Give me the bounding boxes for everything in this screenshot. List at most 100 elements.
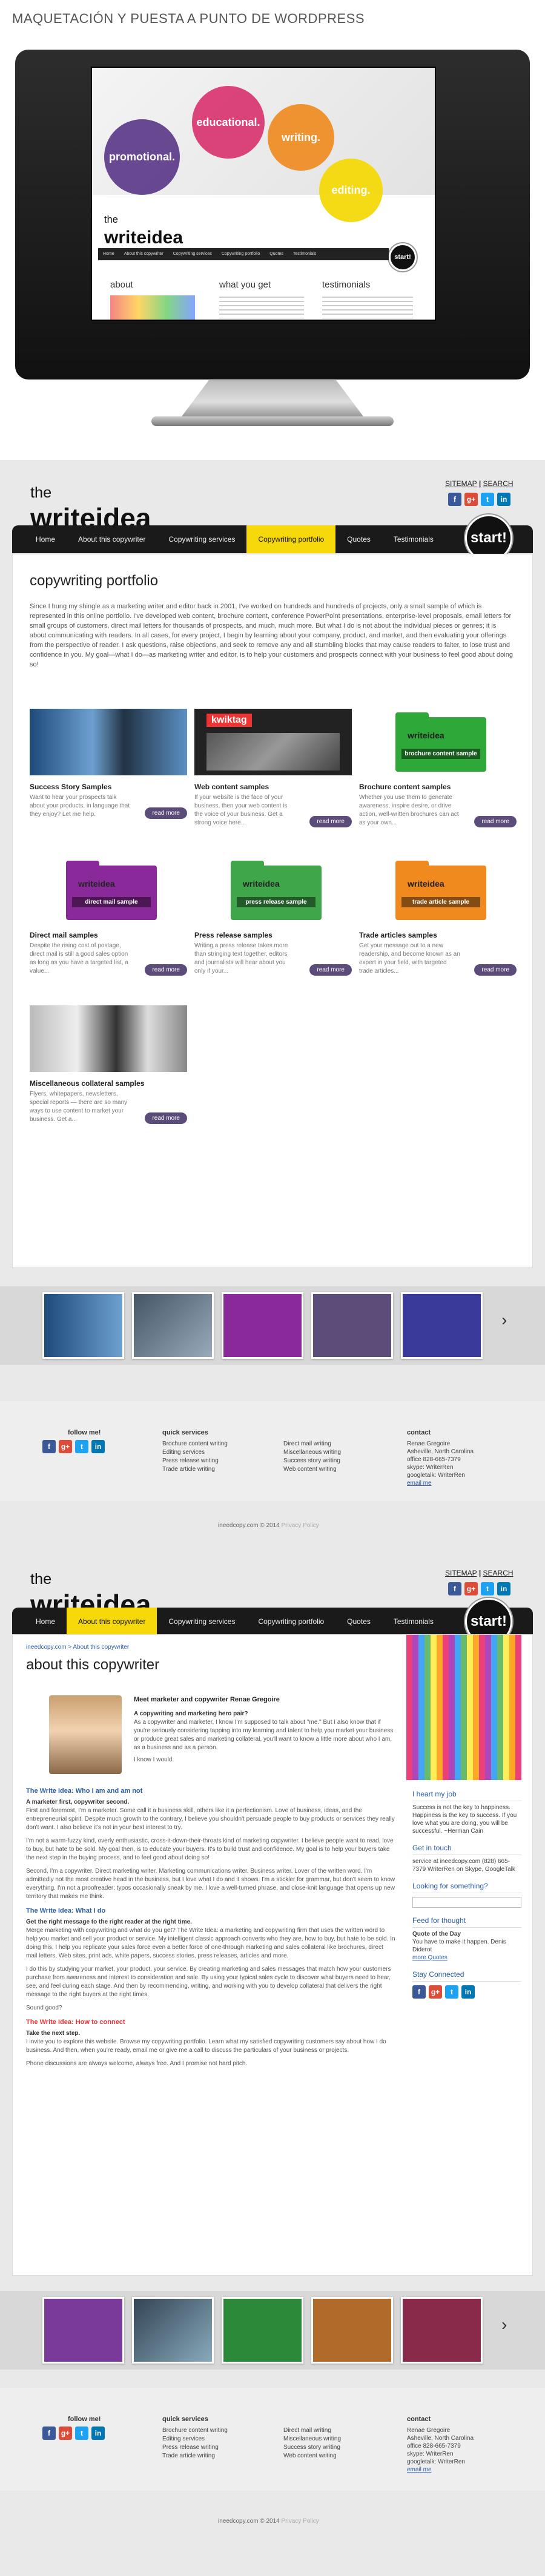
nav-testimonials[interactable]: Testimonials: [382, 1608, 445, 1635]
portfolio-content: copywriting portfolio Since I hung my sh…: [12, 554, 533, 1268]
facebook-icon[interactable]: f: [42, 1440, 56, 1453]
carousel-slide[interactable]: [42, 1292, 124, 1359]
read-more-button[interactable]: read more: [145, 964, 187, 976]
press-release-thumb[interactable]: writeidea press release sample: [194, 857, 352, 924]
carousel-slide[interactable]: [42, 2297, 124, 2364]
sitemap-link[interactable]: SITEMAP: [445, 479, 477, 488]
carousel-slide[interactable]: [222, 2297, 303, 2364]
direct-mail-thumb[interactable]: writeidea direct mail sample: [30, 857, 187, 924]
facebook-icon[interactable]: f: [448, 1582, 461, 1595]
twitter-icon[interactable]: t: [75, 2426, 88, 2440]
linkedin-icon[interactable]: in: [461, 1985, 475, 1999]
twitter-icon[interactable]: t: [481, 493, 494, 506]
linkedin-icon[interactable]: in: [497, 493, 510, 506]
search-link[interactable]: SEARCH: [483, 1569, 514, 1577]
nav-about[interactable]: About this copywriter: [67, 1608, 157, 1635]
chevron-right-icon[interactable]: ›: [501, 1310, 507, 1330]
google-plus-icon[interactable]: g+: [59, 2426, 72, 2440]
footer-services-a: Brochure content writing Editing service…: [162, 1441, 228, 1473]
nav-about[interactable]: About this copywriter: [67, 525, 157, 553]
card-title[interactable]: Miscellaneous collateral samples: [30, 1079, 187, 1088]
google-plus-icon[interactable]: g+: [59, 1440, 72, 1453]
linkedin-icon[interactable]: in: [91, 2426, 105, 2440]
folder-icon: writeidea press release sample: [231, 861, 322, 920]
sidebar-heading: Feed for thought: [412, 1916, 521, 1928]
brochure-thumb[interactable]: writeidea brochure content sample: [359, 709, 517, 775]
read-more-button[interactable]: read more: [145, 807, 187, 819]
monitor-screen: educational. promotional. writing. editi…: [91, 67, 436, 321]
nav-services[interactable]: Copywriting services: [157, 1608, 246, 1635]
chevron-right-icon[interactable]: ›: [501, 2315, 507, 2334]
mockup-col-about: about: [110, 280, 133, 290]
carousel-slide[interactable]: [132, 1292, 214, 1359]
success-story-thumb[interactable]: [30, 709, 187, 775]
card-title[interactable]: Direct mail samples: [30, 931, 187, 939]
collateral-thumb[interactable]: [30, 1005, 187, 1072]
card-desc: Want to hear your prospects talk about y…: [30, 794, 130, 818]
google-plus-icon[interactable]: g+: [464, 1582, 478, 1595]
search-link[interactable]: SEARCH: [483, 479, 514, 488]
mockup-nav-item: Home: [103, 252, 114, 256]
facebook-icon[interactable]: f: [412, 1985, 426, 1999]
web-content-thumb[interactable]: kwiktag: [194, 709, 352, 775]
copyright: ineedcopy.com © 2014 Privacy Policy: [218, 1522, 319, 1529]
card-title[interactable]: Press release samples: [194, 931, 352, 939]
nav-home[interactable]: Home: [24, 1608, 67, 1635]
nav-quotes[interactable]: Quotes: [335, 525, 382, 553]
card-desc: Get your message out to a new readership…: [359, 942, 460, 974]
copyright: ineedcopy.com © 2014 Privacy Policy: [218, 2518, 319, 2525]
read-more-button[interactable]: read more: [474, 816, 517, 827]
google-plus-icon[interactable]: g+: [464, 493, 478, 506]
privacy-link[interactable]: Privacy Policy: [281, 2518, 319, 2525]
read-more-button[interactable]: read more: [309, 816, 352, 827]
card-title[interactable]: Success Story Samples: [30, 783, 187, 791]
carousel-slide[interactable]: [311, 1292, 393, 1359]
privacy-link[interactable]: Privacy Policy: [281, 1522, 319, 1529]
card-title[interactable]: Web content samples: [194, 783, 352, 791]
footer-social: f g+ t in: [42, 2426, 105, 2440]
carousel-slide[interactable]: [311, 2297, 393, 2364]
nav-portfolio[interactable]: Copywriting portfolio: [246, 525, 336, 553]
carousel-slide[interactable]: [222, 1292, 303, 1359]
breadcrumb[interactable]: ineedcopy.com > About this copywriter: [26, 1643, 129, 1652]
nav-services[interactable]: Copywriting services: [157, 525, 246, 553]
read-more-button[interactable]: read more: [145, 1112, 187, 1124]
mockup-nav-item: About this copywriter: [124, 252, 164, 256]
sitemap-link[interactable]: SITEMAP: [445, 1569, 477, 1577]
nav-quotes[interactable]: Quotes: [335, 1608, 382, 1635]
mockup-nav-item: Copywriting services: [173, 252, 212, 256]
linkedin-icon[interactable]: in: [497, 1582, 510, 1595]
monitor-stand-base: [151, 416, 394, 426]
linkedin-icon[interactable]: in: [91, 1440, 105, 1453]
facebook-icon[interactable]: f: [448, 493, 461, 506]
twitter-icon[interactable]: t: [445, 1985, 458, 1999]
card-title[interactable]: Brochure content samples: [359, 783, 517, 791]
read-more-button[interactable]: read more: [309, 964, 352, 976]
social-icons: f g+ t in: [448, 493, 510, 506]
nav-portfolio[interactable]: Copywriting portfolio: [246, 1608, 335, 1635]
read-more-button[interactable]: read more: [474, 964, 517, 976]
card-desc: If your website is the face of your busi…: [194, 794, 288, 826]
carousel-slide[interactable]: [132, 2297, 214, 2364]
footer: follow me! f g+ t in quick services Broc…: [0, 2388, 545, 2491]
mockup-col-testimonials: testimonials: [322, 280, 371, 290]
footer-contact-lines: Renae Gregoire Asheville, North Carolina…: [407, 1441, 474, 1487]
twitter-icon[interactable]: t: [481, 1582, 494, 1595]
card-desc: Flyers, whitepapers, newsletters, specia…: [30, 1091, 128, 1123]
portfolio-heading: copywriting portfolio: [30, 573, 159, 589]
card-title[interactable]: Trade articles samples: [359, 931, 517, 939]
google-plus-icon[interactable]: g+: [429, 1985, 442, 1999]
portfolio-card: kwiktag Web content samples If your webs…: [194, 709, 352, 827]
carousel-slide[interactable]: [401, 1292, 483, 1359]
twitter-icon[interactable]: t: [75, 1440, 88, 1453]
trade-article-thumb[interactable]: writeidea trade article sample: [359, 857, 517, 924]
carousel-slide[interactable]: [401, 2297, 483, 2364]
site-logo[interactable]: the writeidea: [30, 475, 151, 532]
search-input[interactable]: [412, 1897, 521, 1908]
nav-home[interactable]: Home: [24, 525, 67, 553]
footer-social: f g+ t in: [42, 1440, 105, 1453]
nav-testimonials[interactable]: Testimonials: [382, 525, 445, 553]
portfolio-intro: Since I hung my shingle as a marketing w…: [30, 603, 513, 668]
sidebar-heading: Looking for something?: [412, 1882, 521, 1893]
facebook-icon[interactable]: f: [42, 2426, 56, 2440]
